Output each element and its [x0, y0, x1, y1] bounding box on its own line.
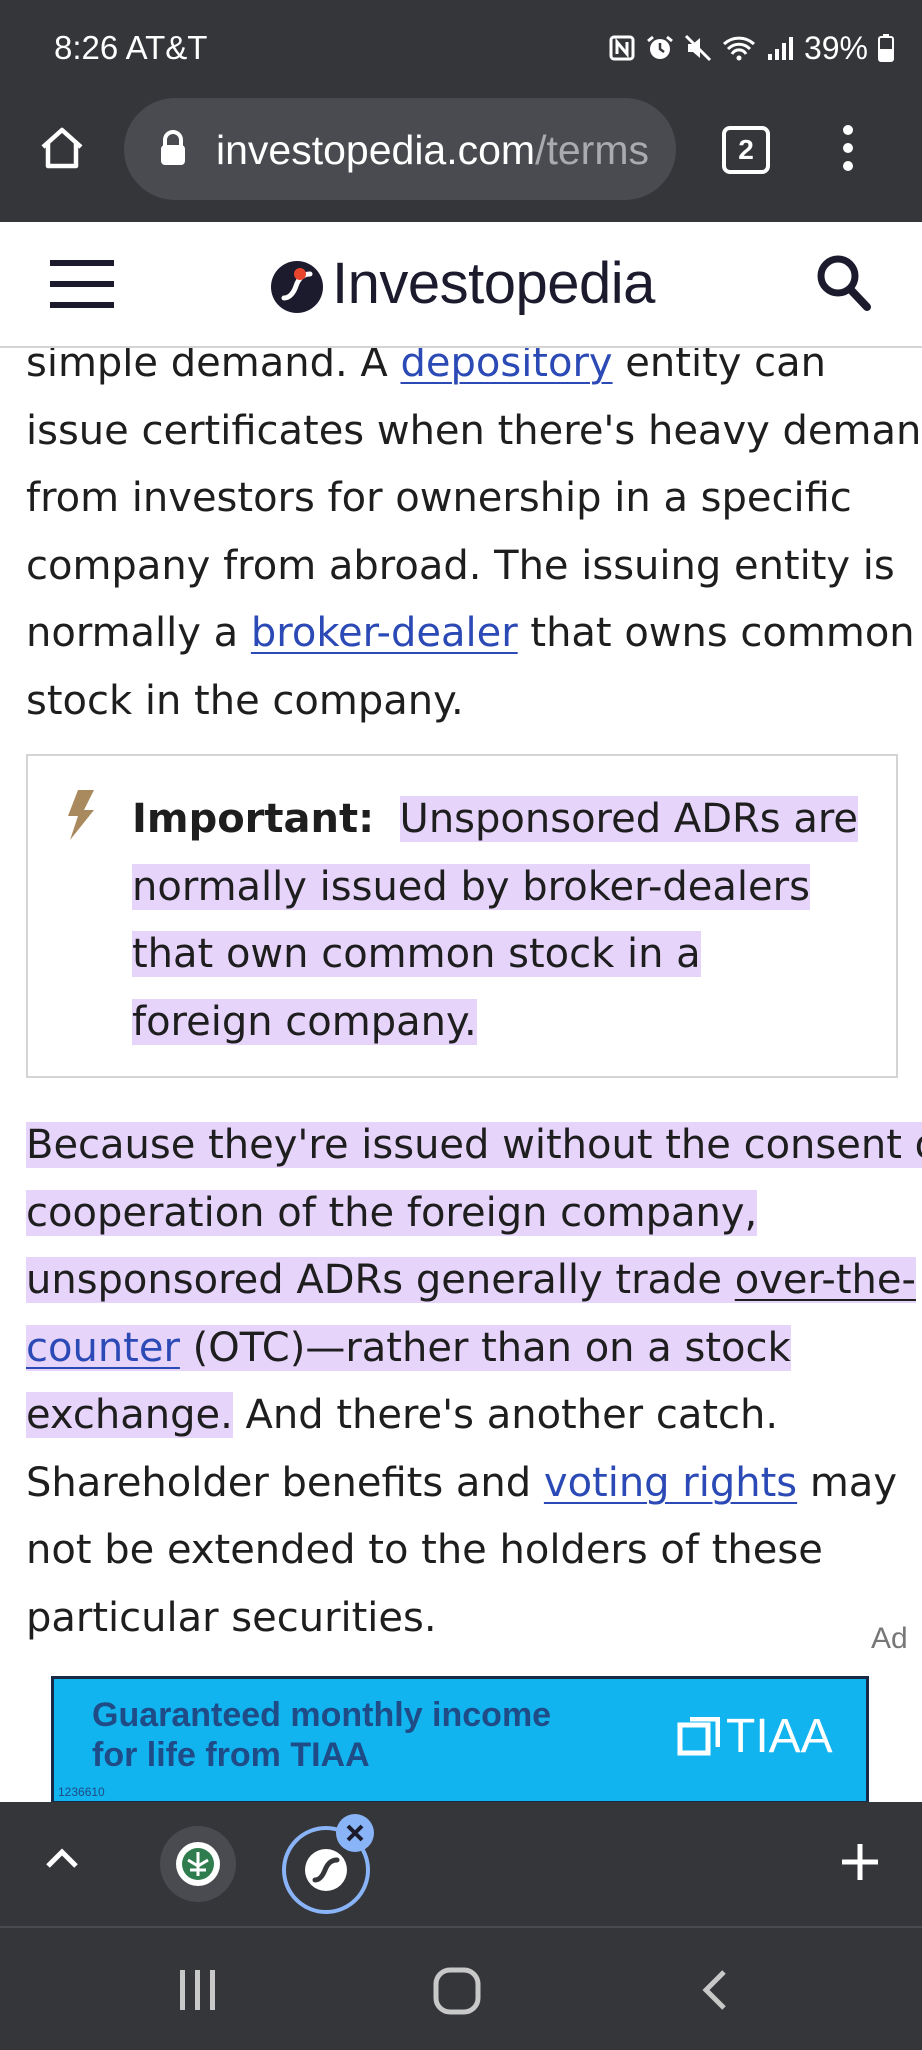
callout-body: Important: Unsponsored ADRs are normally… [132, 786, 859, 1056]
system-nav-bar [0, 1926, 922, 2050]
close-icon [346, 1824, 364, 1842]
recent-apps-icon[interactable] [176, 1968, 220, 2012]
link-over-the-counter-cont[interactable]: counter [26, 1325, 180, 1371]
text-line: issue certificates when there's heavy de… [26, 407, 922, 454]
text-line: foreign company. [132, 998, 477, 1045]
signal-icon [767, 37, 793, 60]
alarm-icon [647, 35, 673, 59]
text-line: Shareholder benefits and voting rights m… [26, 1459, 897, 1506]
tiaa-logo-icon [677, 1716, 720, 1755]
link-over-the-counter[interactable]: over-the- [735, 1257, 916, 1303]
text-line: stock in the company. [26, 677, 464, 724]
battery-percent: 39% [803, 29, 868, 66]
link-broker-dealer[interactable]: broker-dealer [251, 610, 518, 656]
status-bar: 8:26 AT&T 39% [0, 0, 922, 96]
site-logo[interactable]: Investopedia [332, 250, 655, 318]
tab-fidelity[interactable] [160, 1826, 236, 1902]
plus-icon[interactable] [840, 1842, 880, 1882]
investopedia-favicon-icon [305, 1849, 347, 1891]
nfc-icon [609, 35, 635, 61]
home-nav-icon[interactable] [432, 1966, 482, 2016]
search-icon[interactable] [816, 254, 872, 312]
callout-label: Important: [132, 796, 375, 842]
article-paragraph-1: simple demand. A depository entity can i… [26, 330, 922, 735]
ad-headline: Guaranteed monthly income for life from … [92, 1696, 552, 1774]
site-header: Investopedia [0, 222, 922, 348]
address-bar[interactable]: investopedia.com/terms [124, 98, 676, 200]
text-line: that own common stock in a [132, 931, 701, 977]
article-paragraph-2: Because they're issued without the conse… [26, 1112, 922, 1652]
close-tab-button[interactable] [336, 1814, 374, 1852]
more-vert-icon[interactable] [840, 124, 856, 172]
status-time-carrier: 8:26 AT&T [54, 29, 208, 66]
tab-strip [0, 1802, 922, 1926]
text-line: company from abroad. The issuing entity … [26, 542, 895, 589]
ad-code: 1236610 [58, 1785, 105, 1799]
text-line: cooperation of the foreign company, [26, 1189, 758, 1236]
wifi-icon [722, 36, 755, 61]
ad-label: Ad [871, 1622, 908, 1655]
text-line: particular securities. [26, 1594, 437, 1641]
tab-switcher-button[interactable]: 2 [722, 126, 770, 174]
home-icon[interactable] [38, 124, 86, 172]
ad-banner[interactable]: Guaranteed monthly income for life from … [51, 1676, 869, 1804]
bolt-icon [68, 790, 94, 840]
fidelity-favicon-icon [176, 1842, 220, 1886]
hamburger-icon[interactable] [50, 258, 114, 310]
url-host: investopedia.com [216, 127, 536, 173]
text-line: Important: Unsponsored ADRs are [132, 796, 859, 842]
back-icon[interactable] [700, 1968, 730, 2012]
lock-icon [161, 130, 185, 165]
text-line: exchange. And there's another catch. [26, 1392, 779, 1438]
important-callout: Important: Unsponsored ADRs are normally… [26, 754, 898, 1078]
text-line: counter (OTC)—rather than on a stock [26, 1324, 791, 1371]
battery-icon [878, 34, 894, 62]
text-line: Because they're issued without the conse… [26, 1112, 922, 1180]
investopedia-logo-icon [271, 261, 323, 313]
mute-icon [684, 34, 712, 62]
text-line: normally a broker-dealer that owns commo… [26, 610, 915, 656]
status-icons: 39% [608, 26, 894, 70]
text-line: unsponsored ADRs generally trade over-th… [26, 1257, 916, 1303]
text-line: from investors for ownership in a specif… [26, 475, 852, 521]
ad-brand: TIAA [676, 1709, 833, 1764]
url-text[interactable]: investopedia.com/terms [216, 124, 649, 176]
text-line: not be extended to the holders of these [26, 1527, 823, 1573]
link-voting-rights[interactable]: voting rights [544, 1460, 797, 1506]
browser-toolbar: investopedia.com/terms 2 [0, 96, 922, 222]
chevron-up-icon[interactable] [44, 1846, 80, 1870]
url-path: /terms [535, 127, 649, 173]
text-line: normally issued by broker-dealers [132, 863, 810, 910]
